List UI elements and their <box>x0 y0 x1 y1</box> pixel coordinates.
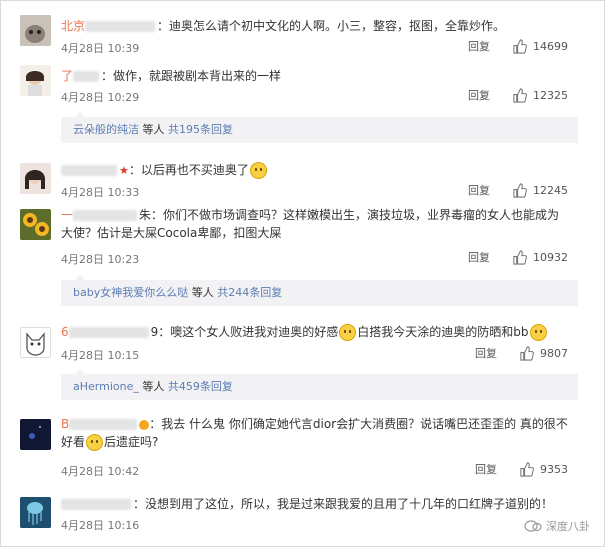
comment-author[interactable]: 北京 <box>61 19 85 33</box>
blurred-name <box>85 21 156 32</box>
comment-text-continued: 白搭我今天涂的迪奥的防晒和bb <box>357 325 529 339</box>
cat-avatar-icon <box>20 15 51 46</box>
comment-author[interactable]: 一 <box>61 208 73 222</box>
reply-button[interactable]: 回复 <box>468 249 490 265</box>
like-count: 9807 <box>540 346 568 360</box>
smiley-emoji-icon <box>249 162 267 179</box>
comment-text: ：没想到用了这位，所以，我是过来跟我爱的且用了十几年的口红牌子道别的！ <box>133 497 554 511</box>
comment-text: 9：噢这个女人败进我对迪奥的好感 <box>150 325 339 339</box>
sub-replies-bar[interactable]: baby女神我爱你么么哒 等人 共244条回复 <box>61 275 578 306</box>
thumbs-up-icon[interactable] <box>512 249 527 265</box>
sub-reply-count[interactable]: 共195条回复 <box>168 123 233 136</box>
woman-avatar-icon <box>20 163 51 194</box>
thumbs-up-icon[interactable] <box>512 38 527 54</box>
smiley-emoji-icon <box>339 324 357 341</box>
watermark: 深度八卦 <box>524 518 590 534</box>
avatar[interactable] <box>20 65 51 96</box>
watermark-text: 深度八卦 <box>546 520 590 533</box>
comment-author[interactable]: 了 <box>61 69 73 83</box>
avatar[interactable] <box>20 419 51 450</box>
night-avatar-icon <box>20 419 51 450</box>
like-count: 12245 <box>533 183 568 197</box>
comment-time: 4月28日 10:23 <box>61 253 140 266</box>
vip-badge-icon <box>139 419 150 430</box>
avatar[interactable] <box>20 209 51 240</box>
comment-time: 4月28日 10:29 <box>61 91 140 104</box>
sub-reply-count[interactable]: 共459条回复 <box>168 380 233 393</box>
blurred-name <box>68 327 149 338</box>
thumbs-up-icon[interactable] <box>512 182 527 198</box>
sunflower-avatar-icon <box>20 209 51 240</box>
reply-button[interactable]: 回复 <box>468 182 490 198</box>
comment-time: 4月28日 10:42 <box>61 465 140 478</box>
jellyfish-avatar-icon <box>20 497 51 528</box>
grimace-emoji-icon <box>86 434 104 451</box>
sub-reply-count[interactable]: 共244条回复 <box>217 286 282 299</box>
sub-reply-user[interactable]: aHermione_ <box>73 380 139 393</box>
animal-avatar-icon <box>21 328 50 357</box>
comment-text-continued: 后遗症吗? <box>104 435 159 449</box>
sub-reply-mid: 等人 <box>142 380 165 393</box>
blurred-name <box>61 165 117 176</box>
reply-button[interactable]: 回复 <box>475 461 497 477</box>
avatar[interactable] <box>20 497 51 528</box>
blurred-name <box>61 499 131 510</box>
like-count: 14699 <box>533 39 568 53</box>
comment-text: ：以后再也不买迪奥了 <box>128 163 249 177</box>
thumbs-up-icon[interactable] <box>512 87 527 103</box>
like-count: 10932 <box>533 250 568 264</box>
sub-reply-mid: 等人 <box>191 286 214 299</box>
comment-time: 4月28日 10:33 <box>61 186 140 199</box>
comment-panel: 北京 ：迪奥怎么请个初中文化的人啊。小三，整容，抠图，全靠炒作。 4月28日 10… <box>0 0 605 547</box>
avatar[interactable] <box>20 15 51 46</box>
blurred-name <box>73 210 138 221</box>
sub-replies-bar[interactable]: 云朵般的纯洁 等人 共195条回复 <box>61 112 578 143</box>
blurred-name <box>73 71 100 82</box>
comment-time: 4月28日 10:39 <box>61 42 140 55</box>
comment-author[interactable]: 6 <box>61 325 69 339</box>
reply-button[interactable]: 回复 <box>475 345 497 361</box>
chat-bubble-icon <box>524 520 542 532</box>
avatar[interactable] <box>20 163 51 194</box>
thumbs-up-icon[interactable] <box>519 345 534 361</box>
sub-replies-bar[interactable]: aHermione_ 等人 共459条回复 <box>61 369 578 400</box>
star-icon: ★ <box>119 164 129 177</box>
comment-time: 4月28日 10:15 <box>61 349 140 362</box>
comment-text: ：做作，就跟被剧本背出来的一样 <box>101 69 282 83</box>
like-count: 12325 <box>533 88 568 102</box>
sub-reply-mid: 等人 <box>142 123 165 136</box>
sub-reply-user[interactable]: 云朵般的纯洁 <box>73 123 139 136</box>
comment-text: ：迪奥怎么请个初中文化的人啊。小三，整容，抠图，全靠炒作。 <box>157 19 506 33</box>
shy-emoji-icon <box>529 324 547 341</box>
comment-author[interactable]: B <box>61 417 69 431</box>
comment-time: 4月28日 10:16 <box>61 519 140 532</box>
thumbs-up-icon[interactable] <box>519 461 534 477</box>
blurred-name <box>69 419 138 430</box>
avatar[interactable] <box>20 327 51 358</box>
reply-button[interactable]: 回复 <box>468 38 490 54</box>
girl-avatar-icon <box>20 65 51 96</box>
like-count: 9353 <box>540 462 568 476</box>
reply-button[interactable]: 回复 <box>468 87 490 103</box>
sub-reply-user[interactable]: baby女神我爱你么么哒 <box>73 286 188 299</box>
